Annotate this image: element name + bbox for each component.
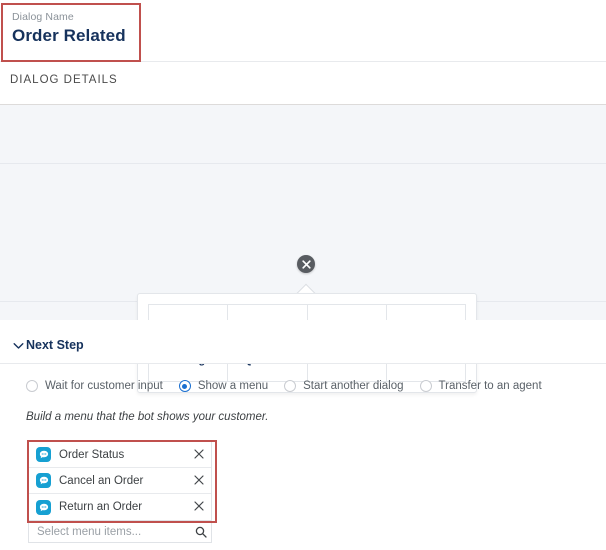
chevron-down-icon[interactable] <box>13 337 24 355</box>
radio-icon[interactable] <box>419 380 432 392</box>
list-item-label: Return an Order <box>59 501 143 513</box>
next-step-header[interactable] <box>0 320 606 364</box>
tab-dialog-details[interactable]: DIALOG DETAILS <box>10 74 124 117</box>
option-wait-for-customer-input-label: Wait for customer input <box>45 380 163 392</box>
list-item-label: Order Status <box>59 448 125 461</box>
option-show-a-menu-label: Show a menu <box>197 380 269 392</box>
option-wait-for-customer-input[interactable]: Wait for customer input <box>26 380 163 392</box>
option-start-another-dialog[interactable]: Start another dialog <box>284 380 404 392</box>
tab-bar: DIALOG DETAILS <box>0 62 606 117</box>
chat-bubble-icon <box>36 499 51 515</box>
menu-items-list: Order Status Cancel an Order Return an O… <box>28 441 212 521</box>
page-header: Dialog Name Order Related <box>0 0 606 62</box>
search-icon[interactable] <box>195 526 214 538</box>
search-input[interactable] <box>29 525 195 538</box>
close-icon[interactable] <box>193 473 205 489</box>
chat-bubble-icon <box>36 473 51 488</box>
list-item[interactable]: Return an Order <box>29 494 211 520</box>
option-transfer-to-an-agent-label: Transfer to an agent <box>438 380 542 392</box>
tab-dialog-details-label: DIALOG DETAILS <box>10 74 118 86</box>
list-item[interactable]: Cancel an Order <box>29 468 211 494</box>
next-step-options: Wait for customer input Show a menu Star… <box>0 372 606 400</box>
dialog-name-label: Dialog Name <box>12 11 74 23</box>
dialog-canvas: Message ? Question Action <box>0 105 606 393</box>
option-show-a-menu[interactable]: Show a menu <box>178 380 269 392</box>
menu-builder-hint: Build a menu that the bot shows your cus… <box>26 411 269 423</box>
option-start-another-dialog-label: Start another dialog <box>303 380 404 392</box>
list-item[interactable]: Order Status <box>29 442 211 468</box>
next-step-title: Next Step <box>26 338 84 352</box>
canvas-divider-top <box>0 163 606 164</box>
menu-item-search[interactable] <box>28 520 212 543</box>
dialog-builder-app: Dialog Name Order Related DIALOG DETAILS <box>0 0 606 550</box>
list-item-label: Cancel an Order <box>59 474 144 487</box>
option-transfer-to-an-agent[interactable]: Transfer to an agent <box>419 380 542 392</box>
close-icon[interactable] <box>193 499 205 515</box>
radio-icon[interactable] <box>284 380 297 392</box>
radio-icon[interactable] <box>26 380 38 392</box>
close-circle-icon[interactable] <box>297 255 315 273</box>
dialog-name-value: Order Related <box>12 26 126 45</box>
radio-icon-selected[interactable] <box>178 380 191 392</box>
chat-bubble-icon <box>36 447 51 462</box>
close-icon[interactable] <box>193 447 205 463</box>
